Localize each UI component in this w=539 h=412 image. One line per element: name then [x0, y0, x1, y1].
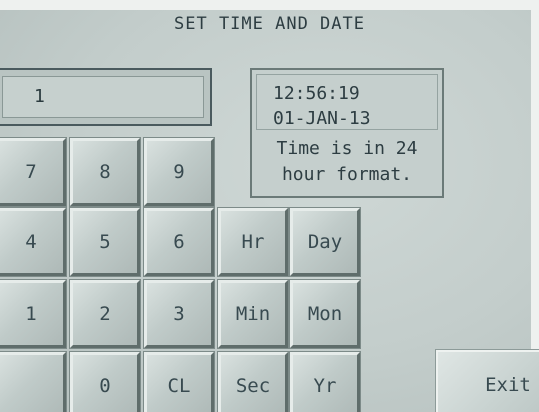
key-5-label: 5 — [99, 231, 111, 253]
current-time: 12:56:19 — [273, 83, 360, 104]
second-button-label: Sec — [235, 375, 271, 397]
format-note: Time is in 24 hour format. — [256, 136, 438, 188]
format-note-line1: Time is in 24 — [276, 138, 418, 159]
key-5[interactable]: 5 — [69, 207, 141, 277]
clear-button-label: CL — [167, 375, 191, 397]
time-date-frame: 12:56:19 01-JAN-13 — [256, 74, 438, 130]
key-4[interactable]: 4 — [0, 207, 67, 277]
blank-key[interactable] — [0, 351, 67, 412]
key-2[interactable]: 2 — [69, 279, 141, 349]
key-9[interactable]: 9 — [143, 137, 215, 207]
exit-button[interactable]: Exit — [435, 349, 539, 412]
month-button-label: Mon — [307, 303, 343, 325]
second-button[interactable]: Sec — [217, 351, 289, 412]
numeric-entry-field[interactable]: 1 — [0, 68, 212, 126]
key-8[interactable]: 8 — [69, 137, 141, 207]
key-0-label: 0 — [99, 375, 111, 397]
key-0[interactable]: 0 — [69, 351, 141, 412]
key-7[interactable]: 7 — [0, 137, 67, 207]
month-button[interactable]: Mon — [289, 279, 361, 349]
key-3-label: 3 — [173, 303, 185, 325]
key-3[interactable]: 3 — [143, 279, 215, 349]
key-8-label: 8 — [99, 161, 111, 183]
entry-field-inner — [2, 76, 204, 118]
hour-button-label: Hr — [241, 231, 265, 253]
format-note-line2: hour format. — [281, 164, 413, 185]
minute-button[interactable]: Min — [217, 279, 289, 349]
current-time-panel: 12:56:19 01-JAN-13 Time is in 24 hour fo… — [250, 68, 444, 198]
day-button[interactable]: Day — [289, 207, 361, 277]
minute-button-label: Min — [235, 303, 271, 325]
key-1-label: 1 — [25, 303, 37, 325]
day-button-label: Day — [307, 231, 343, 253]
hmi-screen: SET TIME AND DATE 1 12:56:19 01-JAN-13 T… — [0, 0, 539, 412]
key-6[interactable]: 6 — [143, 207, 215, 277]
key-2-label: 2 — [99, 303, 111, 325]
entry-value: 1 — [34, 86, 45, 107]
hour-button[interactable]: Hr — [217, 207, 289, 277]
exit-button-label: Exit — [485, 374, 531, 396]
key-4-label: 4 — [25, 231, 37, 253]
key-1[interactable]: 1 — [0, 279, 67, 349]
key-9-label: 9 — [173, 161, 185, 183]
key-6-label: 6 — [173, 231, 185, 253]
clear-button[interactable]: CL — [143, 351, 215, 412]
bezel-top — [0, 0, 539, 10]
year-button[interactable]: Yr — [289, 351, 361, 412]
key-7-label: 7 — [25, 161, 37, 183]
page-title: SET TIME AND DATE — [174, 14, 365, 34]
year-button-label: Yr — [313, 375, 337, 397]
current-date: 01-JAN-13 — [273, 108, 371, 129]
